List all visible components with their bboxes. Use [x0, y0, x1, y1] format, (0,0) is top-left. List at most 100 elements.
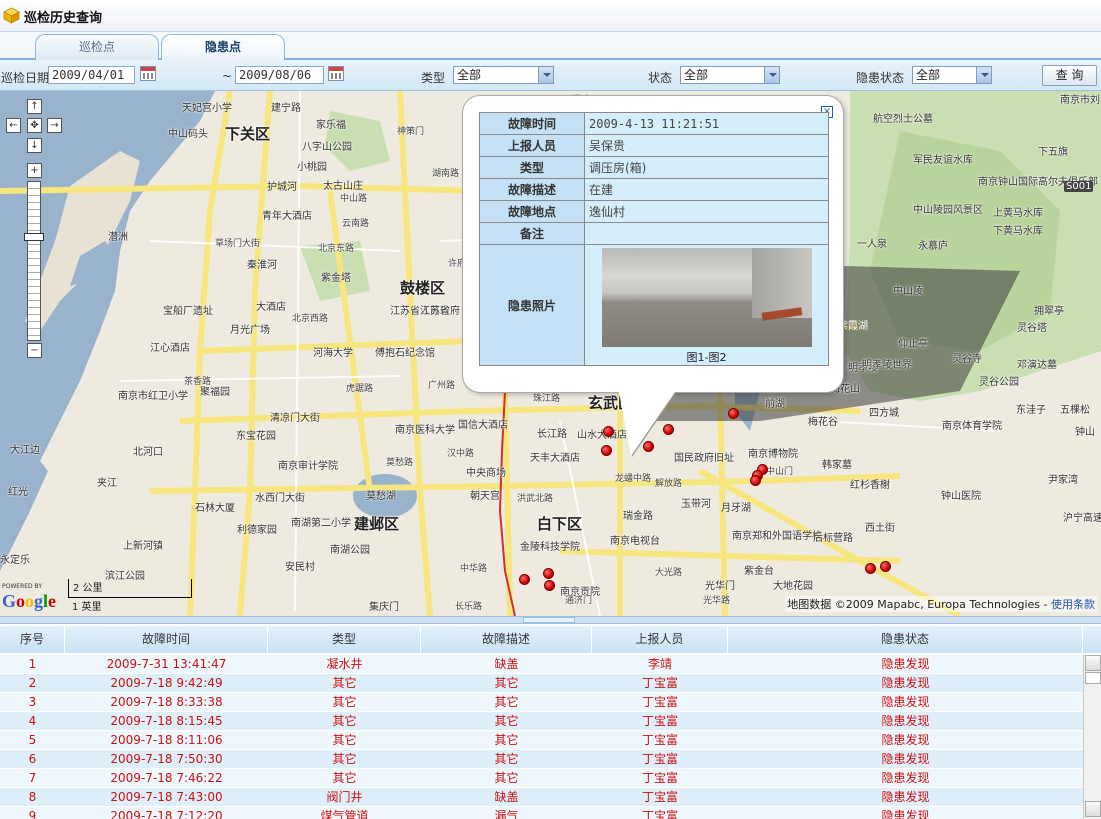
- field-key: 故障描述: [479, 178, 585, 201]
- pan-center-icon[interactable]: ✥: [27, 118, 42, 133]
- hazard-marker[interactable]: [543, 568, 554, 579]
- state-select[interactable]: 全部: [680, 66, 780, 84]
- cell-type: 煤气管道: [320, 809, 369, 819]
- map-label: 小桃园: [297, 162, 327, 173]
- cell-type: 其它: [332, 695, 357, 709]
- zoom-out-icon[interactable]: −: [27, 343, 42, 358]
- map-scale-bar: 2 公里: [68, 579, 192, 598]
- hazard-marker[interactable]: [750, 475, 761, 486]
- calendar-icon[interactable]: [328, 66, 344, 81]
- map-label: 南京电视台: [610, 536, 660, 547]
- cell-reporter: 丁宝富: [641, 790, 678, 804]
- cell-reporter: 丁宝富: [641, 695, 678, 709]
- field-key: 故障时间: [479, 112, 585, 135]
- scrollbar-thumb[interactable]: [1085, 672, 1101, 684]
- cell-status: 隐患发现: [881, 790, 930, 804]
- map-label: 东宝花园: [236, 431, 276, 442]
- hazard-marker[interactable]: [728, 408, 739, 419]
- map-label: 利德家园: [237, 525, 277, 536]
- map-label: 军民友谊水库: [913, 155, 973, 166]
- type-select-value: 全部: [457, 68, 482, 82]
- map-label: 中华路: [460, 564, 488, 574]
- hazard-state-select[interactable]: 全部: [912, 66, 992, 84]
- zoom-in-icon[interactable]: +: [27, 163, 42, 178]
- calendar-icon[interactable]: [140, 66, 156, 81]
- map-label: 一人泉: [857, 239, 887, 250]
- field-value: 调压房(箱): [584, 156, 829, 179]
- table-row[interactable]: 9 2009-7-18 7:12:20 煤气管道 漏气 丁宝富 隐患发现: [0, 807, 1083, 819]
- scroll-up-icon[interactable]: [1085, 655, 1101, 671]
- map-label: 汉中路: [447, 449, 475, 459]
- cell-description: 缺盖: [494, 657, 519, 671]
- pan-down-icon[interactable]: ↓: [27, 138, 42, 153]
- table-row[interactable]: 2 2009-7-18 9:42:49 其它 其它 丁宝富 隐患发现: [0, 674, 1083, 693]
- splitter-grip-icon[interactable]: [523, 617, 575, 623]
- cell-description: 其它: [494, 695, 519, 709]
- column-header[interactable]: 故障时间: [65, 626, 268, 653]
- cell-type: 凝水井: [326, 657, 363, 671]
- tab-patrol-points[interactable]: 巡检点: [35, 34, 159, 60]
- scroll-down-icon[interactable]: [1085, 801, 1101, 817]
- type-label: 类型: [421, 71, 446, 85]
- zoom-slider-track[interactable]: [27, 181, 41, 341]
- table-scrollbar[interactable]: [1083, 655, 1101, 819]
- map-label: 中央商场: [466, 468, 506, 479]
- field-key: 备注: [479, 222, 585, 245]
- panel-splitter[interactable]: [0, 616, 1101, 624]
- column-header[interactable]: 序号: [0, 626, 65, 653]
- map-label: 灵谷公园: [979, 377, 1019, 388]
- cell-time: 2009-7-18 7:50:30: [110, 752, 223, 766]
- table-row[interactable]: 6 2009-7-18 7:50:30 其它 其它 丁宝富 隐患发现: [0, 750, 1083, 769]
- hazard-marker[interactable]: [601, 445, 612, 456]
- pan-up-icon[interactable]: ↑: [27, 99, 42, 114]
- hazard-photo[interactable]: [601, 247, 812, 347]
- query-button-label: 查 询: [1055, 68, 1084, 82]
- type-select[interactable]: 全部: [453, 66, 554, 84]
- map-label: 水西门大街: [255, 493, 305, 504]
- hazard-marker[interactable]: [519, 574, 530, 585]
- table-row[interactable]: 5 2009-7-18 8:11:06 其它 其它 丁宝富 隐患发现: [0, 731, 1083, 750]
- field-key: 故障地点: [479, 200, 585, 223]
- hazard-marker[interactable]: [865, 563, 876, 574]
- map-label: 八字山公园: [302, 142, 352, 153]
- pan-left-icon[interactable]: ←: [6, 118, 21, 133]
- column-header[interactable]: 上报人员: [592, 626, 728, 653]
- hazard-marker[interactable]: [880, 561, 891, 572]
- map-view[interactable]: 下关区 鼓楼区 玄武区 建邺区 白下区 天妃宫小学 建宁路 中山码头 家乐福 八…: [0, 91, 1101, 616]
- terms-link[interactable]: 使用条款: [1051, 598, 1095, 611]
- field-value: 吴保贵: [584, 134, 829, 157]
- date-to-input[interactable]: 2009/08/06: [235, 66, 324, 84]
- zoom-slider-thumb[interactable]: [24, 233, 44, 241]
- table-row[interactable]: 8 2009-7-18 7:43:00 阀门井 缺盖 丁宝富 隐患发现: [0, 788, 1083, 807]
- column-header[interactable]: 故障描述: [421, 626, 592, 653]
- tab-hazard-points[interactable]: 隐患点: [161, 34, 285, 62]
- map-label: 解放路: [655, 479, 683, 489]
- query-button[interactable]: 查 询: [1042, 65, 1097, 86]
- map-label: 红光: [8, 487, 28, 498]
- state-select-value: 全部: [684, 68, 709, 82]
- photo-wall: [751, 247, 812, 318]
- hazard-marker[interactable]: [603, 426, 614, 437]
- table-row[interactable]: 3 2009-7-18 8:33:38 其它 其它 丁宝富 隐患发现: [0, 693, 1083, 712]
- title-bar: 巡检历史查询: [0, 0, 1101, 32]
- table-row[interactable]: 1 2009-7-31 13:41:47 凝水井 缺盖 李靖 隐患发现: [0, 655, 1083, 674]
- map-label: 南京体育学院: [942, 421, 1002, 432]
- table-row[interactable]: 7 2009-7-18 7:46:22 其它 其它 丁宝富 隐患发现: [0, 769, 1083, 788]
- hazard-marker[interactable]: [544, 580, 555, 591]
- map-label: 西土街: [865, 523, 895, 534]
- map-label: 南京郑和外国语学校: [732, 531, 822, 542]
- map-label: S001: [1064, 181, 1094, 192]
- cell-status: 隐患发现: [881, 714, 930, 728]
- column-header[interactable]: 隐患状态: [728, 626, 1083, 653]
- column-header[interactable]: 类型: [268, 626, 421, 653]
- cell-index: 2: [28, 676, 37, 690]
- map-label: 尹家湾: [1048, 475, 1078, 486]
- map-label: 四方城: [869, 408, 899, 419]
- map-label: 金陵科技学院: [520, 542, 580, 553]
- map-label: 青年大酒店: [262, 211, 312, 222]
- pan-right-icon[interactable]: →: [47, 118, 62, 133]
- hazard-state-label: 隐患状态: [856, 71, 905, 85]
- date-from-input[interactable]: 2009/04/01: [48, 66, 135, 84]
- table-row[interactable]: 4 2009-7-18 8:15:45 其它 其它 丁宝富 隐患发现: [0, 712, 1083, 731]
- photo-caption: 图1-图2: [686, 350, 727, 364]
